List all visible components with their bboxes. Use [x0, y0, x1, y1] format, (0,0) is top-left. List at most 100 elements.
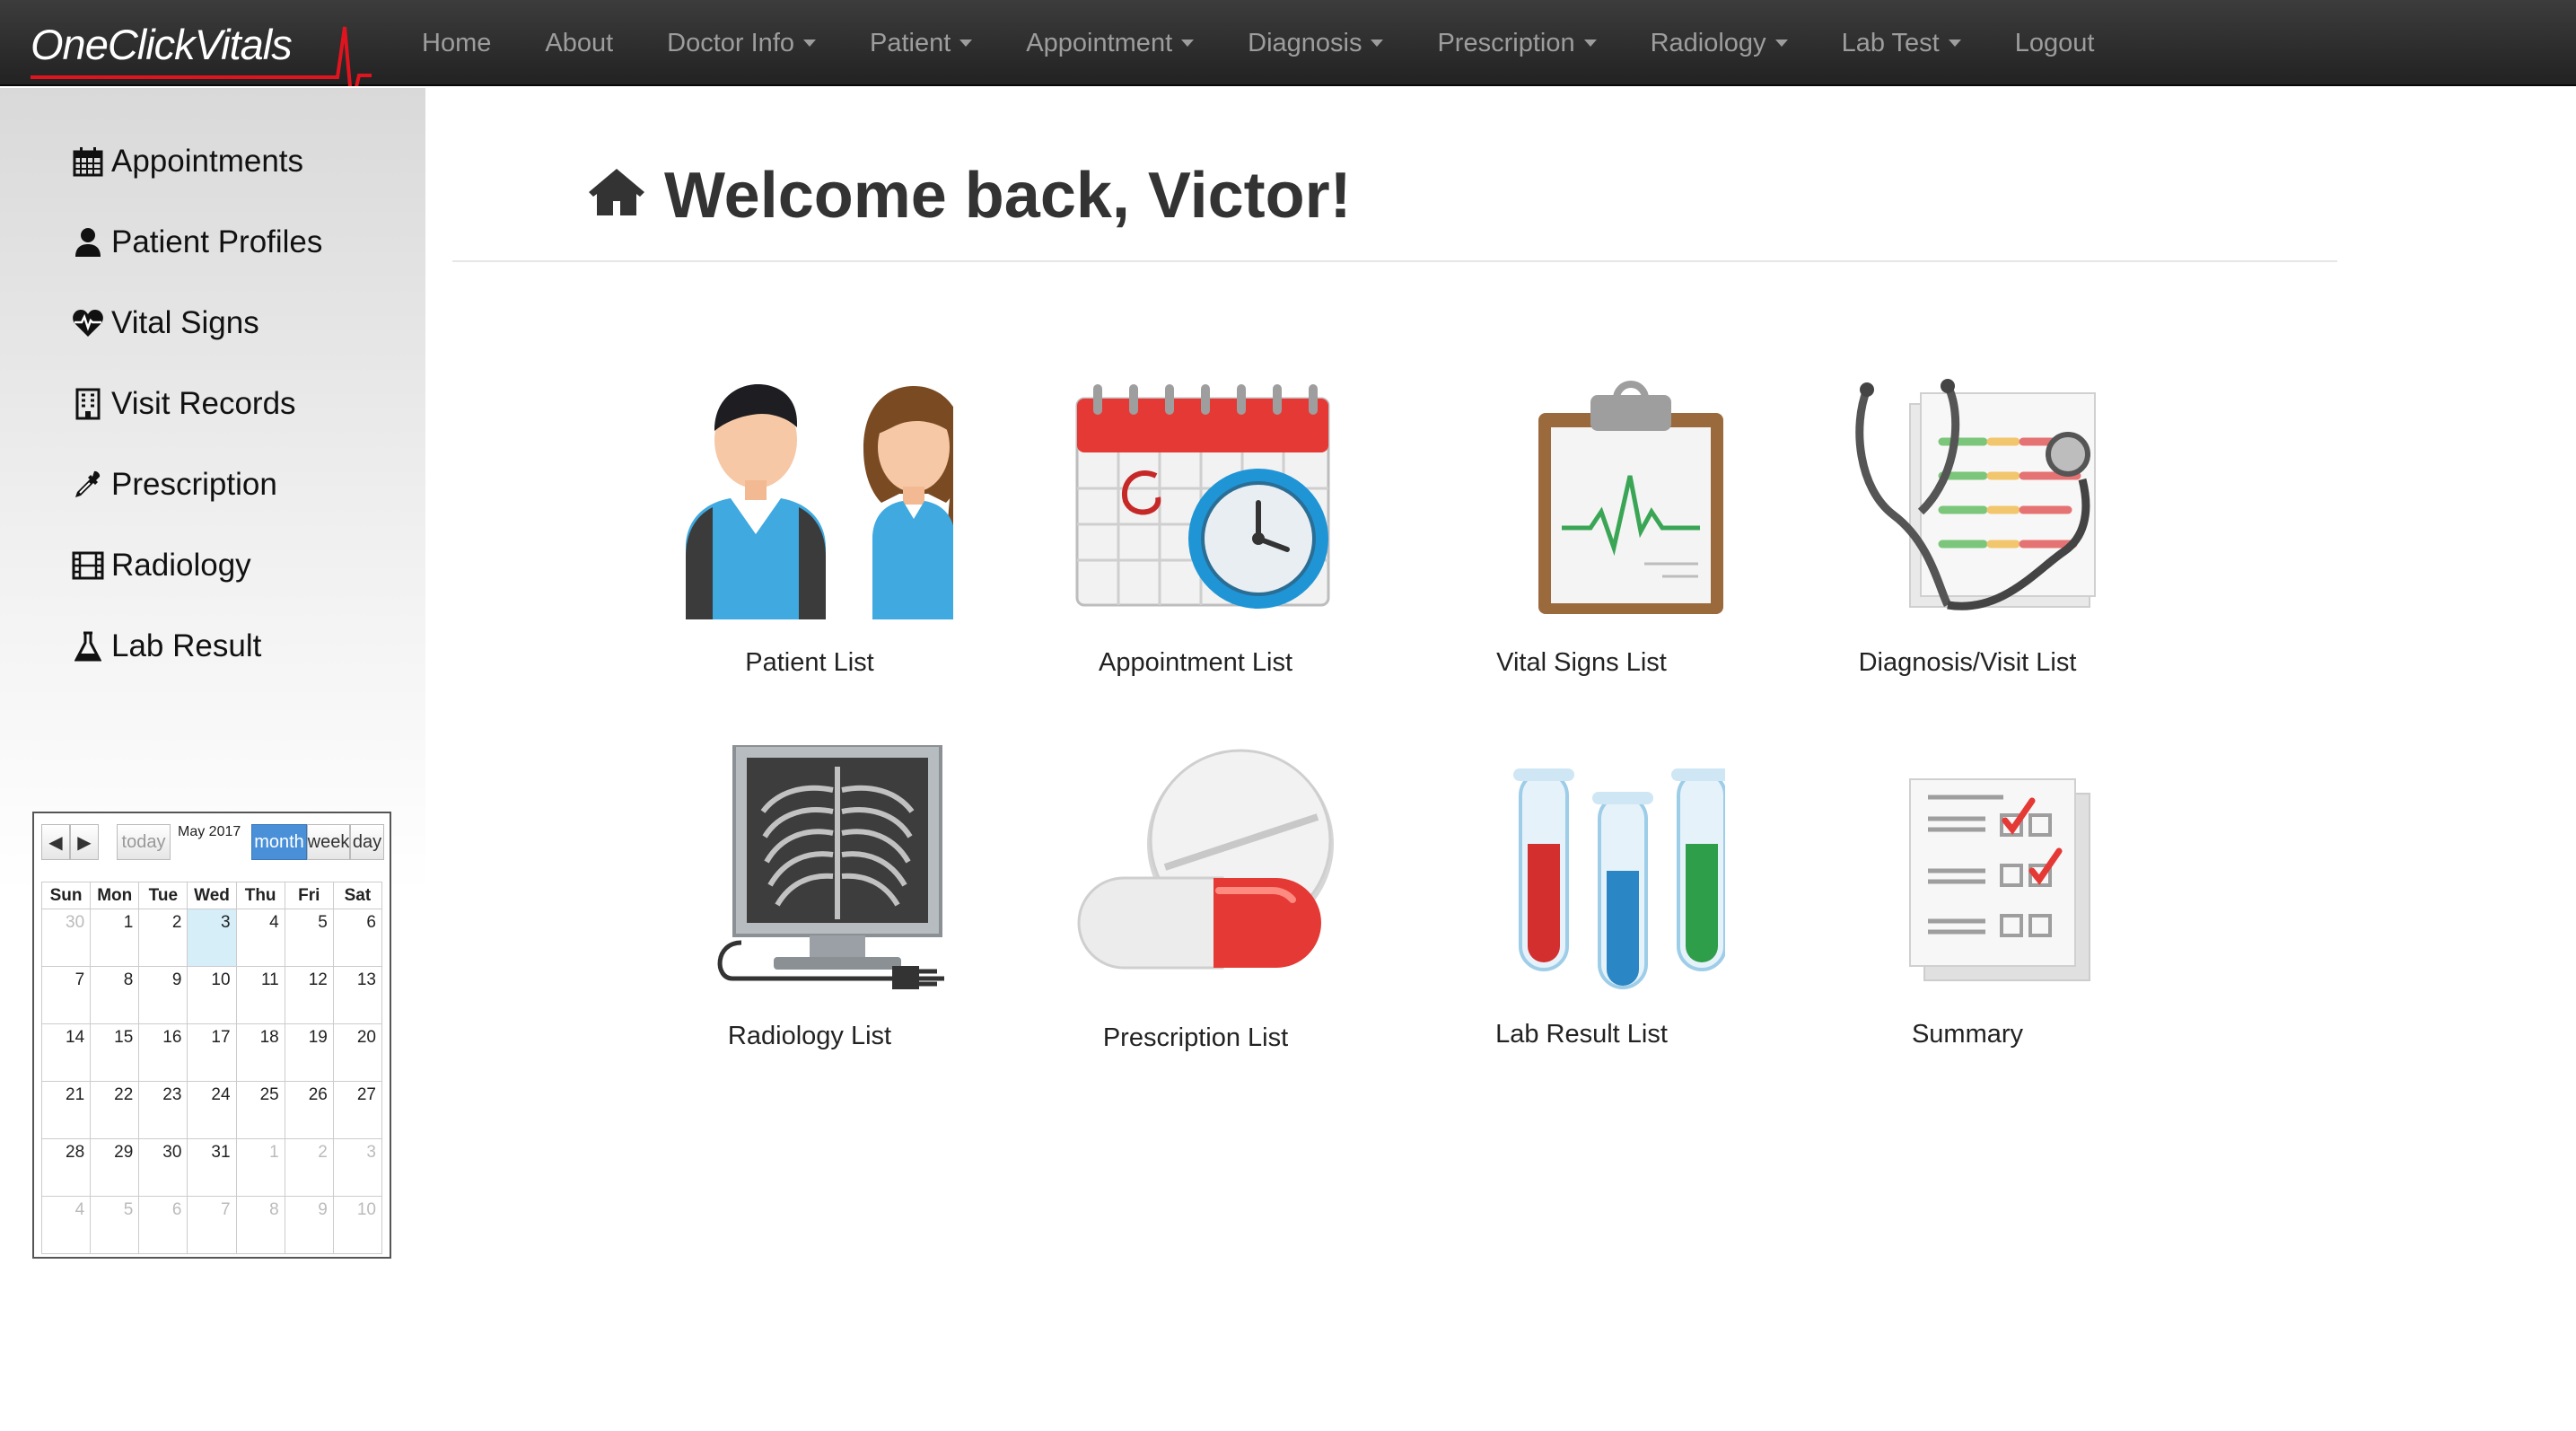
patients-icon: [686, 384, 953, 619]
calendar-day-cell[interactable]: 4: [40, 1196, 92, 1254]
caret-down-icon: [1371, 40, 1384, 47]
calendar-day-cell[interactable]: 30: [138, 1138, 188, 1197]
calendar-day-cell[interactable]: 6: [138, 1196, 188, 1254]
calendar-title: May 2017: [178, 824, 241, 839]
nav-prescription[interactable]: Prescription: [1410, 29, 1623, 58]
day-view-button[interactable]: day: [350, 824, 384, 860]
prev-month-button[interactable]: ◀: [41, 824, 70, 860]
nav-doctor-info[interactable]: Doctor Info: [640, 29, 843, 58]
sidebar-item-prescription[interactable]: Prescription: [72, 458, 277, 512]
calendar-day-cell[interactable]: 9: [138, 966, 188, 1024]
calendar-day-cell[interactable]: 10: [332, 1196, 383, 1254]
calendar-day-cell[interactable]: 5: [90, 1196, 140, 1254]
calendar-day-cell[interactable]: 18: [235, 1023, 285, 1082]
sidebar-item-label: Patient Profiles: [111, 224, 323, 259]
calendar-day-cell[interactable]: 5: [284, 909, 334, 967]
calendar-day-cell[interactable]: 7: [40, 966, 92, 1024]
calendar-day-cell[interactable]: 2: [284, 1138, 334, 1197]
nav-about[interactable]: About: [518, 29, 640, 58]
calendar-clock-icon: [1075, 384, 1330, 609]
calendar-day-cell[interactable]: 24: [187, 1081, 237, 1139]
calendar-day-cell[interactable]: 19: [284, 1023, 334, 1082]
calendar-day-cell[interactable]: 10: [187, 966, 237, 1024]
nav-home[interactable]: Home: [395, 29, 518, 58]
sidebar-item-appointments[interactable]: Appointments: [72, 135, 303, 189]
calendar-day-cell[interactable]: 31: [187, 1138, 237, 1197]
calendar-day-cell[interactable]: 8: [235, 1196, 285, 1254]
calendar-day-cell[interactable]: 30: [40, 909, 92, 967]
today-button[interactable]: today: [117, 824, 171, 860]
nav-patient[interactable]: Patient: [843, 29, 999, 58]
calendar-day-cell[interactable]: 1: [235, 1138, 285, 1197]
tile-lab-result-list[interactable]: Lab Result List: [1411, 745, 1752, 1086]
calendar-day-cell[interactable]: 29: [90, 1138, 140, 1197]
calendar-grid: Sun Mon Tue Wed Thu Fri Sat 30 1 2 3 4 5 6 7 8 9 10 11 12 1…: [40, 882, 383, 1254]
caret-down-icon: [803, 40, 816, 47]
calendar-day-cell[interactable]: 17: [187, 1023, 237, 1082]
calendar-day-cell[interactable]: 22: [90, 1081, 140, 1139]
tile-diagnosis-visit-list[interactable]: Diagnosis/Visit List: [1797, 377, 2138, 718]
tile-radiology-list[interactable]: Radiology List: [639, 745, 980, 1086]
film-icon: [72, 549, 104, 582]
caret-down-icon: [1774, 40, 1788, 47]
calendar-day-cell[interactable]: 15: [90, 1023, 140, 1082]
nav-logout[interactable]: Logout: [1988, 29, 2122, 58]
month-view-button[interactable]: month: [251, 824, 307, 860]
week-view-button[interactable]: week: [307, 824, 350, 860]
xray-monitor-icon: [717, 745, 944, 989]
tile-prescription-list[interactable]: Prescription List: [1025, 745, 1366, 1086]
calendar-day-cell[interactable]: 25: [235, 1081, 285, 1139]
tile-label: Lab Result List: [1495, 1020, 1668, 1049]
calendar-day-cell[interactable]: 1: [90, 909, 140, 967]
heartbeat-icon: [72, 307, 104, 339]
calendar-day-cell[interactable]: 3: [332, 1138, 383, 1197]
nav-appointment[interactable]: Appointment: [999, 29, 1221, 58]
sidebar-item-patient-profiles[interactable]: Patient Profiles: [72, 215, 322, 269]
calendar-day-cell[interactable]: 11: [235, 966, 285, 1024]
sidebar-item-vital-signs[interactable]: Vital Signs: [72, 296, 259, 350]
tile-label: Summary: [1911, 1020, 2024, 1049]
tile-appointment-list[interactable]: Appointment List: [1025, 377, 1366, 718]
flask-icon: [72, 630, 104, 663]
tile-summary[interactable]: Summary: [1797, 745, 2138, 1086]
calendar-day-cell[interactable]: 12: [284, 966, 334, 1024]
sidebar-item-lab-result[interactable]: Lab Result: [72, 619, 261, 673]
nav-lab-test[interactable]: Lab Test: [1815, 29, 1988, 58]
next-month-button[interactable]: ▶: [70, 824, 99, 860]
test-tubes-icon: [1513, 768, 1725, 989]
sidebar-item-visit-records[interactable]: Visit Records: [72, 377, 296, 431]
heartbeat-line-icon: [31, 26, 372, 86]
sidebar-item-label: Prescription: [111, 467, 277, 502]
calendar-day-cell[interactable]: 3: [187, 909, 237, 967]
eyedropper-icon: [72, 469, 104, 501]
weekday-header: Tue: [138, 882, 188, 909]
calendar-day-cell[interactable]: 7: [187, 1196, 237, 1254]
calendar-week-row: 7 8 9 10 11 12 13: [40, 966, 383, 1024]
calendar-week-row: 4 5 6 7 8 9 10: [40, 1196, 383, 1254]
calendar-day-cell[interactable]: 26: [284, 1081, 334, 1139]
nav-diagnosis[interactable]: Diagnosis: [1221, 29, 1410, 58]
calendar-day-cell[interactable]: 13: [332, 966, 383, 1024]
calendar-day-cell[interactable]: 21: [40, 1081, 92, 1139]
calendar-day-cell[interactable]: 8: [90, 966, 140, 1024]
sidebar-item-radiology[interactable]: Radiology: [72, 539, 251, 593]
sidebar-item-label: Visit Records: [111, 386, 296, 421]
calendar-day-cell[interactable]: 23: [138, 1081, 188, 1139]
calendar-day-cell[interactable]: 14: [40, 1023, 92, 1082]
calendar-day-cell[interactable]: 27: [332, 1081, 383, 1139]
calendar-day-cell[interactable]: 16: [138, 1023, 188, 1082]
building-icon: [72, 388, 104, 420]
tile-patient-list[interactable]: Patient List: [639, 377, 980, 718]
tile-vital-signs-list[interactable]: Vital Signs List: [1411, 377, 1752, 718]
calendar-day-cell[interactable]: 4: [235, 909, 285, 967]
calendar-day-cell[interactable]: 9: [284, 1196, 334, 1254]
calendar-day-cell[interactable]: 28: [40, 1138, 92, 1197]
calendar-day-cell[interactable]: 6: [332, 909, 383, 967]
brand-logo[interactable]: OneClickVitals: [22, 0, 372, 86]
caret-down-icon: [959, 40, 973, 47]
calendar-day-cell[interactable]: 2: [138, 909, 188, 967]
nav-radiology[interactable]: Radiology: [1624, 29, 1815, 58]
calendar-week-row: 30 1 2 3 4 5 6: [40, 909, 383, 967]
weekday-header: Sun: [40, 882, 92, 909]
calendar-day-cell[interactable]: 20: [332, 1023, 383, 1082]
